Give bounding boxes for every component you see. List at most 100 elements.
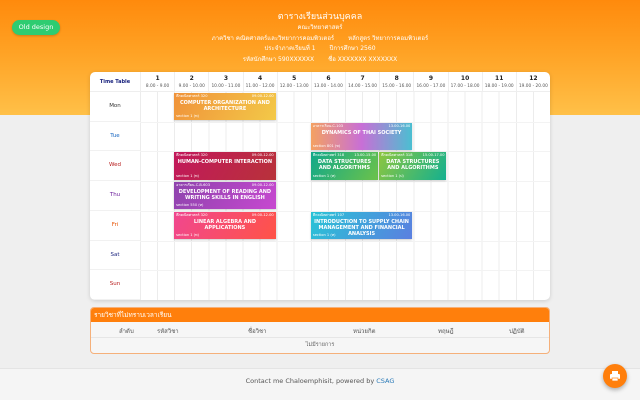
faculty: คณะวิทยาศาสตร์: [297, 24, 343, 31]
course-section: section 1 (ท): [312, 233, 336, 238]
department: ภาควิชา คณิตศาสตร์และวิทยาการคอมพิวเตอร์: [211, 34, 335, 42]
row-divider: [140, 240, 550, 242]
student-id: รหัสนักศึกษา 590XXXXXX: [242, 55, 315, 63]
course-block[interactable]: ตึกคณิตศาสตร์ 318 13.00-15.00 DATA STRUCTU…: [310, 152, 379, 180]
hour-range: 9.00 - 10.00: [178, 84, 205, 89]
course-section: section 1 (ท): [312, 173, 336, 178]
course-room: อาคารเรียน-C-B-603: [176, 183, 211, 188]
unscheduled-title: รายวิชาที่ไม่ทราบเวลาเรียน: [91, 308, 549, 322]
hour-column-3: 3 10.00 - 11.00: [208, 72, 242, 92]
course-section: section 550 (ท): [176, 203, 204, 208]
hour-column-1: 1 8.00 - 9.00: [140, 72, 174, 92]
course-section: section 1 (ท): [176, 173, 199, 178]
course-block[interactable]: อาคารเรียน-C-103 13.00-16.00 DYNAMICS OF T…: [310, 122, 413, 150]
course-block[interactable]: ตึกคณิตศาสตร์ 320 09.00-12.00 LINEAR ALGEB…: [174, 211, 276, 240]
course-block[interactable]: ตึกคณิตศาสตร์ 320 09.00-12.00 COMPUTER ORG…: [174, 93, 276, 121]
course-room: ตึกคณิตศาสตร์ 320: [176, 212, 208, 217]
hour-range: 17.00 - 18.00: [450, 84, 480, 89]
hour-number: 10: [460, 75, 470, 82]
course-section: section 1 (ป): [381, 173, 404, 178]
print-button[interactable]: [603, 364, 627, 388]
col-practice: ปฏิบัติ: [509, 328, 525, 335]
hour-column-11: 11 18.00 - 19.00: [481, 72, 516, 92]
semester: ประจำภาคเรียนที่ 1: [264, 45, 316, 52]
hour-number: 4: [257, 75, 263, 82]
day-label-sun: Sun: [90, 270, 140, 300]
hour-number: 9: [428, 75, 433, 82]
footer-prefix: Contact me: [245, 377, 286, 385]
unscheduled-courses-panel: รายวิชาที่ไม่ทราบเวลาเรียน ลำดับ รหัสวิช…: [90, 307, 550, 354]
hour-range: 19.00 - 20.00: [518, 84, 548, 89]
hour-range: 12.00 - 13.00: [279, 84, 309, 89]
author-link[interactable]: Chaloemphisit: [285, 377, 332, 385]
day-label-fri: Fri: [90, 211, 140, 241]
student-info: ตารางเรียนส่วนบุคคล คณะวิทยาศาสตร์ ภาควิ…: [0, 11, 640, 65]
col-order: ลำดับ: [119, 328, 134, 335]
hour-range: 8.00 - 9.00: [145, 84, 170, 89]
student-name: ชื่อ XXXXXXX XXXXXXX: [328, 55, 398, 63]
course-time: 09.00-12.00: [251, 212, 274, 217]
printer-icon: [610, 371, 620, 382]
program: หลักสูตร วิทยาการคอมพิวเตอร์: [348, 34, 429, 42]
row-divider: [140, 270, 550, 272]
hour-range: 18.00 - 19.00: [484, 84, 514, 89]
col-course-code: รหัสวิชา: [157, 328, 179, 335]
hour-column-8: 8 15.00 - 16.00: [379, 72, 413, 92]
hour-column-7: 7 14.00 - 15.00: [345, 72, 379, 92]
hour-number: 3: [223, 75, 228, 82]
hour-number: 6: [326, 75, 331, 82]
timetable-header: Time Table 1 8.00 - 9.00 2 9.00 - 10.00 3 10.…: [90, 72, 550, 92]
day-label-sat: Sat: [90, 241, 140, 271]
hour-number: 7: [360, 75, 365, 82]
hour-number: 1: [155, 75, 160, 82]
hour-column-6: 6 13.00 - 14.00: [310, 72, 345, 92]
timetable-corner-label: Time Table: [99, 79, 131, 85]
hour-range: 15.00 - 16.00: [382, 84, 412, 89]
course-room: ตึกคณิตศาสตร์ 318: [312, 153, 345, 158]
day-label-thu: Thu: [90, 181, 140, 211]
course-block[interactable]: ตึกคณิตศาสตร์ 320 09.00-12.00 HUMAN-COMPUT…: [174, 152, 276, 180]
hour-number: 8: [394, 75, 399, 82]
course-name: DATA STRUCTURES AND ALGORITHMS: [317, 159, 372, 172]
hour-range: 10.00 - 11.00: [211, 84, 241, 89]
footer-mid: , powered by: [331, 377, 377, 385]
col-theory: ทฤษฎี: [438, 328, 454, 335]
course-name: COMPUTER ORGANIZATION AND ARCHITECTURE: [179, 100, 270, 112]
course-time: 09.00-12.00: [251, 183, 274, 188]
course-name: LINEAR ALGEBRA AND APPLICATIONS: [193, 218, 256, 231]
unscheduled-table-header: ลำดับ รหัสวิชา ชื่อวิชา หน่วยกิต ทฤษฎี ป…: [91, 322, 549, 338]
course-room: ตึกคณิตศาสตร์ 318: [381, 153, 413, 158]
course-time: 13.00-16.00: [388, 123, 411, 128]
hour-column-12: 12 19.00 - 20.00: [515, 72, 550, 92]
course-block[interactable]: ตึกคณิตศาสตร์ 107 13.00-16.00 INTRODUCTION…: [310, 211, 413, 240]
hour-number: 12: [529, 75, 538, 82]
day-label-tue: Tue: [90, 122, 140, 152]
empty-message: ไม่มีรายการ: [305, 342, 335, 348]
page-title: ตารางเรียนส่วนบุคคล: [277, 12, 363, 22]
course-time: 13.00-15.00: [354, 153, 377, 158]
hour-number: 2: [189, 75, 194, 82]
course-name: DEVELOPMENT OF READING AND WRITING SKILL…: [178, 189, 272, 202]
timetable-card: Time Table 1 8.00 - 9.00 2 9.00 - 10.00 3 10.…: [90, 72, 550, 300]
course-time: 09.00-12.00: [251, 153, 274, 158]
csag-link[interactable]: CSAG: [376, 377, 394, 385]
hour-range: 16.00 - 17.00: [416, 84, 446, 89]
col-credits: หน่วยกิต: [353, 328, 376, 335]
hour-range: 11.00 - 12.00: [245, 84, 275, 89]
course-block[interactable]: อาคารเรียน-C-B-603 09.00-12.00 DEVELOPMENT…: [174, 182, 276, 210]
course-section: section 1 (ท): [176, 233, 199, 238]
course-time: 13.00-16.00: [388, 212, 411, 217]
course-name: DATA STRUCTURES AND ALGORITHMS: [386, 159, 440, 172]
course-time: 15.00-17.00: [422, 153, 445, 158]
day-label-wed: Wed: [90, 151, 140, 182]
hour-column-5: 5 12.00 - 13.00: [276, 72, 311, 92]
course-block[interactable]: ตึกคณิตศาสตร์ 318 15.00-17.00 DATA STRUCTU…: [379, 152, 447, 180]
course-room: อาคารเรียน-C-103: [312, 123, 344, 128]
hour-number: 5: [292, 75, 297, 82]
hour-column-2: 2 9.00 - 10.00: [174, 72, 208, 92]
hour-range: 14.00 - 15.00: [348, 84, 378, 89]
course-room: ตึกคณิตศาสตร์ 320: [176, 94, 208, 98]
day-label-mon: Mon: [90, 92, 140, 122]
course-room: ตึกคณิตศาสตร์ 320: [176, 153, 208, 158]
course-name: DYNAMICS OF THAI SOCIETY: [321, 129, 402, 136]
